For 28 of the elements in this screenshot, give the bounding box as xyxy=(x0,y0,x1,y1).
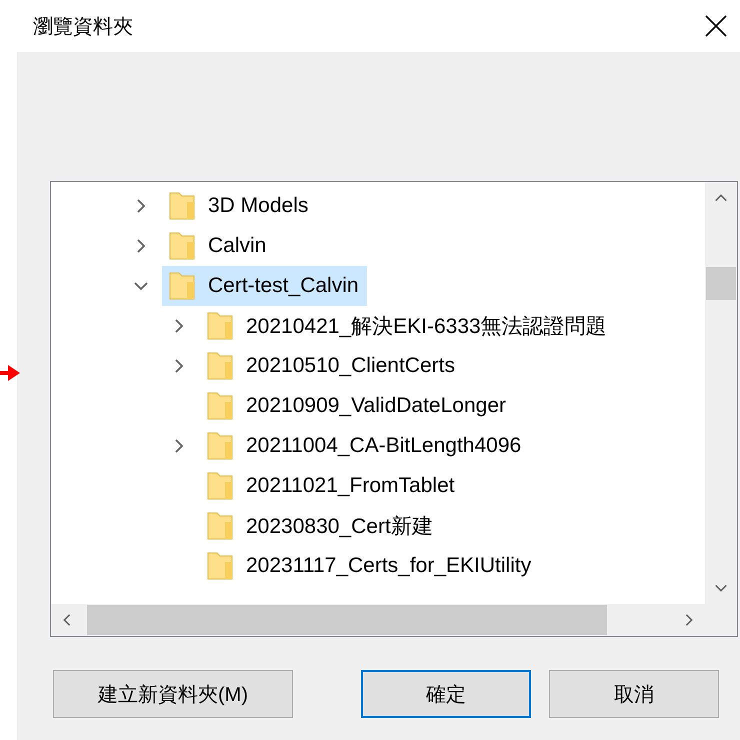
folder-icon xyxy=(169,232,195,260)
folder-tree-item[interactable]: 3D Models xyxy=(162,186,316,226)
folder-icon xyxy=(207,392,233,420)
folder-icon xyxy=(207,312,233,340)
scrollbar-thumb[interactable] xyxy=(87,605,607,635)
vertical-scrollbar[interactable] xyxy=(705,182,737,604)
folder-tree-item[interactable]: 20211021_FromTablet xyxy=(200,466,463,506)
horizontal-scrollbar[interactable] xyxy=(51,604,705,636)
folder-icon xyxy=(207,352,233,380)
folder-icon xyxy=(207,472,233,500)
cancel-button[interactable]: 取消 xyxy=(549,670,719,718)
folder-tree-item[interactable]: 20230830_Cert新建 xyxy=(200,506,441,546)
folder-icon xyxy=(207,552,233,580)
folder-tree-item[interactable]: 20210421_解決EKI-6333無法認證問題 xyxy=(200,306,615,346)
folder-tree-item[interactable]: Cert-test_Calvin xyxy=(162,266,367,306)
folder-tree-item[interactable]: 20211004_CA-BitLength4096 xyxy=(200,426,530,466)
scrollbar-thumb[interactable] xyxy=(706,267,736,300)
folder-icon xyxy=(207,432,233,460)
folder-icon xyxy=(207,512,233,540)
folder-tree-item[interactable]: 20210510_ClientCerts xyxy=(200,346,463,386)
folder-tree-item[interactable]: Calvin xyxy=(162,226,274,266)
ok-button[interactable]: 確定 xyxy=(361,670,531,718)
window-title: 瀏覽資料夾 xyxy=(33,14,133,40)
new-folder-button[interactable]: 建立新資料夾(M) xyxy=(53,670,293,718)
folder-tree-item[interactable]: 20231117_Certs_for_EKIUtility xyxy=(200,546,540,586)
folder-icon xyxy=(169,192,195,220)
folder-icon xyxy=(169,272,195,300)
folder-tree-item[interactable]: 20210909_ValidDateLonger xyxy=(200,386,514,426)
